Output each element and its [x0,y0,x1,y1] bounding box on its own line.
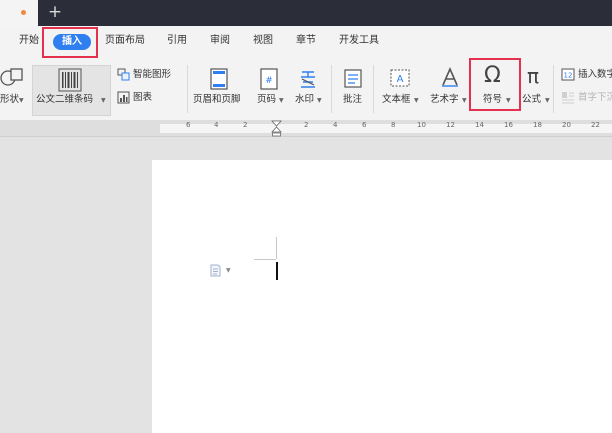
ruler-label: 20 [562,121,571,129]
watermark-icon[interactable] [297,68,319,90]
new-tab-button[interactable]: + [47,2,63,22]
formula-caret-icon[interactable]: ▼ [545,97,550,105]
document-page[interactable] [152,160,612,433]
menu-developer[interactable]: 开发工具 [339,34,379,48]
watermark-caret-icon[interactable]: ▼ [317,97,322,105]
margin-corner-mark [254,259,276,260]
margin-corner-mark [276,237,277,259]
header-footer-label[interactable]: 页眉和页脚 [193,94,241,106]
svg-text:A: A [397,74,404,85]
ruler-label: 14 [475,121,484,129]
svg-text:#: # [265,76,273,86]
ribbon-separator [553,65,554,113]
insert-number-icon[interactable]: 12 [561,68,575,81]
textbox-label[interactable]: 文本框 [382,94,411,106]
title-bar: + [0,0,612,26]
ribbon-separator [187,65,188,113]
menu-chapter[interactable]: 章节 [296,34,316,48]
qr-code-caret-icon[interactable]: ▼ [101,97,106,105]
shape-label[interactable]: 形状 [0,94,19,106]
paragraph-layout-icon[interactable] [209,264,222,277]
annotation-icon[interactable] [342,67,364,89]
drop-cap-label: 首字下沉 [578,92,612,103]
formula-pi-icon[interactable]: π [527,64,539,88]
menu-layout[interactable]: 页面布局 [105,34,145,48]
smart-graphic-label[interactable]: 智能图形 [133,69,171,81]
insert-number-label[interactable]: 插入数字 [578,69,612,81]
ruler-strip [160,124,612,133]
ruler-label: 8 [391,121,396,129]
chart-icon[interactable] [117,91,130,104]
page-number-caret-icon[interactable]: ▼ [279,97,284,105]
menu-start[interactable]: 开始 [19,34,39,48]
formula-label[interactable]: 公式 [522,94,541,106]
textbox-icon[interactable]: A [389,67,411,89]
menu-view[interactable]: 视图 [253,34,273,48]
wordart-caret-icon[interactable]: ▼ [462,97,467,105]
horizontal-ruler[interactable]: 6 4 2 2 4 6 8 10 12 14 16 18 20 22 [0,120,612,137]
ruler-label: 2 [304,121,309,129]
svg-text:12: 12 [564,72,573,80]
wordart-label[interactable]: 艺术字 [430,94,459,106]
ruler-label: 22 [591,121,600,129]
page-number-icon[interactable]: # [259,68,279,90]
shape-icon[interactable] [0,66,24,88]
menu-review[interactable]: 审阅 [210,34,230,48]
ribbon-separator [331,65,332,113]
ruler-label: 18 [533,121,542,129]
page-number-label[interactable]: 页码 [257,94,276,106]
ruler-label: 16 [504,121,513,129]
drop-cap-icon [562,92,574,104]
indent-marker-icon[interactable] [271,120,282,137]
symbol-highlight-box [469,58,521,111]
ruler-label: 4 [333,121,338,129]
text-cursor [276,262,278,280]
header-footer-icon[interactable] [209,68,229,90]
qr-code-label[interactable]: 公文二维条码 [36,94,93,106]
shape-caret-icon[interactable]: ▼ [19,97,24,105]
menu-reference[interactable]: 引用 [167,34,187,48]
paragraph-layout-caret-icon[interactable]: ▼ [226,267,231,274]
document-tab[interactable] [0,0,38,26]
ruler-label: 4 [214,121,219,129]
annotation-label[interactable]: 批注 [343,94,362,106]
ruler-label: 6 [362,121,367,129]
insert-highlight-box [42,27,98,58]
ruler-label: 6 [186,121,191,129]
ribbon-separator [373,65,374,113]
wordart-icon[interactable] [439,66,461,88]
smart-graphic-icon[interactable] [117,68,130,81]
unsaved-dot-icon [21,10,26,15]
ruler-label: 2 [243,121,248,129]
textbox-caret-icon[interactable]: ▼ [414,97,419,105]
ruler-label: 10 [417,121,426,129]
chart-label[interactable]: 图表 [133,92,152,104]
watermark-label[interactable]: 水印 [295,94,314,106]
ruler-label: 12 [446,121,455,129]
barcode-icon [58,68,82,92]
